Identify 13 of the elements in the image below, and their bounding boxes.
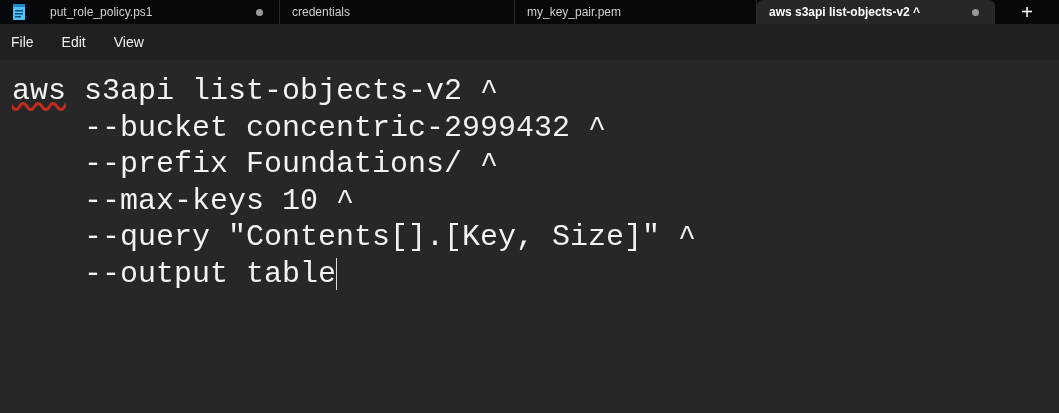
- notepad-icon: [12, 3, 26, 21]
- new-tab-button[interactable]: +: [1005, 0, 1049, 24]
- menu-item[interactable]: View: [110, 31, 147, 53]
- tab[interactable]: aws s3api list-objects-v2 ^: [757, 0, 995, 24]
- code-text: s3api list-objects-v2 ^: [83, 73, 499, 110]
- code-text: --bucket concentric-2999432 ^: [83, 109, 607, 146]
- misspelled-word: aws: [12, 73, 66, 110]
- code-text: --output table: [83, 255, 337, 292]
- menu-item[interactable]: Edit: [58, 31, 89, 53]
- code-text: --prefix Foundations/ ^: [83, 146, 499, 183]
- code-text: --query "Contents[].[Key, Size]" ^: [83, 219, 697, 256]
- menu-item[interactable]: File: [8, 31, 37, 53]
- code-text: --max-keys 10 ^: [83, 182, 355, 219]
